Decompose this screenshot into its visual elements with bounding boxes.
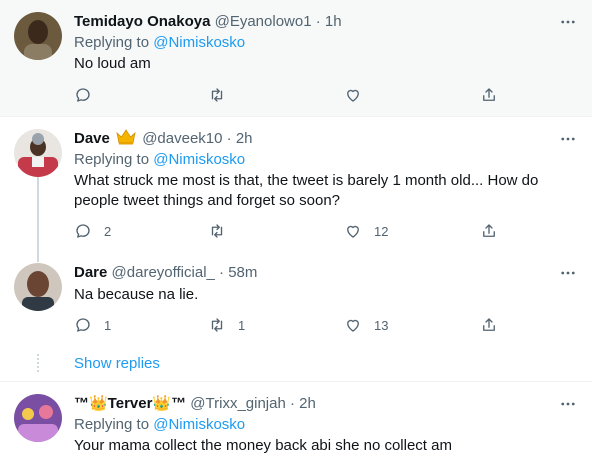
share-icon bbox=[483, 318, 495, 331]
reply-button[interactable] bbox=[74, 85, 104, 105]
like-icon bbox=[347, 319, 359, 332]
replying-prefix: Replying to bbox=[74, 151, 150, 168]
replies-feed: Temidayo Onakoya @Eyanolowo1 · 1h Replyi… bbox=[0, 0, 592, 466]
like-icon bbox=[347, 89, 359, 102]
tweet-terver[interactable]: ™👑Terver👑™ @Trixx_ginjah · 2h Replying t… bbox=[0, 382, 592, 466]
separator-dot: · bbox=[219, 264, 225, 281]
avatar[interactable] bbox=[14, 263, 62, 311]
share-button[interactable] bbox=[480, 221, 498, 241]
tweet-text: What struck me most is that, the tweet i… bbox=[74, 172, 539, 209]
tweet-dare[interactable]: Dare @dareyofficial_ · 58m Na because na… bbox=[0, 257, 592, 345]
reply-icon bbox=[76, 88, 90, 102]
mention-link[interactable]: @Nimiskosko bbox=[153, 151, 245, 168]
display-name[interactable]: ™👑Terver👑™ bbox=[74, 395, 186, 412]
retweet-count: 1 bbox=[238, 317, 246, 333]
replying-to: Replying to @Nimiskosko bbox=[74, 33, 245, 53]
user-handle[interactable]: @daveek10 bbox=[142, 130, 222, 147]
share-icon bbox=[483, 88, 495, 101]
timestamp[interactable]: 2h bbox=[236, 130, 253, 147]
tweet-actions: 1 1 13 bbox=[74, 315, 504, 335]
thread-continuation-dots bbox=[37, 354, 39, 372]
like-count: 12 bbox=[374, 223, 389, 239]
more-icon[interactable] bbox=[560, 396, 576, 412]
tweet-temidayo[interactable]: Temidayo Onakoya @Eyanolowo1 · 1h Replyi… bbox=[0, 0, 592, 116]
replying-prefix: Replying to bbox=[74, 416, 150, 433]
avatar[interactable] bbox=[14, 129, 62, 177]
tweet-header: Dave @daveek10 · 2h bbox=[74, 129, 552, 151]
user-handle[interactable]: @dareyofficial_ bbox=[112, 264, 215, 281]
show-replies-link[interactable]: Show replies bbox=[74, 354, 160, 374]
crown-emoji-icon bbox=[116, 129, 136, 151]
mention-link[interactable]: @Nimiskosko bbox=[153, 416, 245, 433]
display-name[interactable]: Dave bbox=[74, 130, 110, 147]
like-button[interactable] bbox=[344, 85, 374, 105]
replying-to: Replying to @Nimiskosko bbox=[74, 415, 245, 435]
tweet-header: Dare @dareyofficial_ · 58m bbox=[74, 263, 552, 283]
timestamp[interactable]: 58m bbox=[228, 264, 257, 281]
retweet-icon bbox=[211, 224, 223, 238]
like-button[interactable]: 12 bbox=[344, 221, 388, 241]
tweet-text: Na because na lie. bbox=[74, 286, 199, 303]
separator-dot: · bbox=[290, 395, 295, 412]
like-count: 13 bbox=[374, 317, 389, 333]
reply-icon bbox=[76, 224, 90, 238]
more-icon[interactable] bbox=[560, 265, 576, 281]
retweet-button[interactable] bbox=[208, 221, 238, 241]
tweet-text: No loud am bbox=[74, 55, 151, 72]
reply-count: 1 bbox=[104, 317, 112, 333]
separator-dot: · bbox=[226, 130, 232, 147]
share-button[interactable] bbox=[480, 85, 498, 105]
tweet-actions bbox=[74, 85, 504, 105]
retweet-button[interactable]: 1 bbox=[208, 315, 245, 335]
separator-dot: · bbox=[315, 13, 321, 30]
more-icon[interactable] bbox=[560, 131, 576, 147]
tweet-actions: 2 12 bbox=[74, 221, 504, 241]
timestamp[interactable]: 1h bbox=[325, 13, 342, 30]
avatar[interactable] bbox=[14, 394, 62, 442]
avatar[interactable] bbox=[14, 12, 62, 60]
replying-prefix: Replying to bbox=[74, 34, 150, 51]
reply-icon bbox=[76, 318, 90, 332]
replying-to: Replying to @Nimiskosko bbox=[74, 150, 245, 170]
user-handle[interactable]: @Trixx_ginjah bbox=[190, 395, 286, 412]
tweet-header: ™👑Terver👑™ @Trixx_ginjah · 2h bbox=[74, 394, 552, 414]
display-name[interactable]: Temidayo Onakoya bbox=[74, 13, 210, 30]
share-icon bbox=[483, 224, 495, 237]
display-name[interactable]: Dare bbox=[74, 264, 107, 281]
reply-count: 2 bbox=[104, 223, 112, 239]
share-button[interactable] bbox=[480, 315, 498, 335]
like-button[interactable]: 13 bbox=[344, 315, 388, 335]
like-icon bbox=[347, 225, 359, 238]
mention-link[interactable]: @Nimiskosko bbox=[153, 34, 245, 51]
user-handle[interactable]: @Eyanolowo1 bbox=[215, 13, 312, 30]
tweet-header: Temidayo Onakoya @Eyanolowo1 · 1h bbox=[74, 12, 552, 32]
more-icon[interactable] bbox=[560, 14, 576, 30]
reply-button[interactable]: 2 bbox=[74, 221, 111, 241]
reply-button[interactable]: 1 bbox=[74, 315, 111, 335]
tweet-text: Your mama collect the money back abi she… bbox=[74, 437, 452, 454]
retweet-icon bbox=[211, 318, 223, 332]
retweet-icon bbox=[211, 88, 223, 102]
retweet-button[interactable] bbox=[208, 85, 238, 105]
tweet-dave[interactable]: Dave @daveek10 · 2h Replying to @Nimisko… bbox=[0, 117, 592, 257]
timestamp[interactable]: 2h bbox=[299, 395, 316, 412]
